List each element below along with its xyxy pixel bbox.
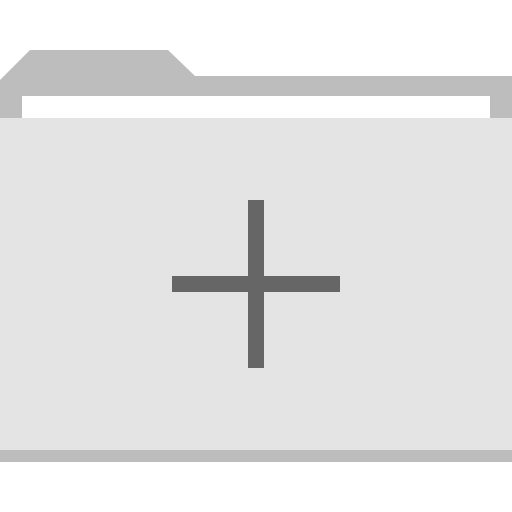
new-folder-icon [0, 50, 512, 462]
folder-bottom-edge [0, 450, 512, 462]
plus-horizontal-bar [172, 276, 340, 292]
folder-paper [22, 96, 490, 120]
new-folder-button[interactable] [0, 0, 512, 512]
